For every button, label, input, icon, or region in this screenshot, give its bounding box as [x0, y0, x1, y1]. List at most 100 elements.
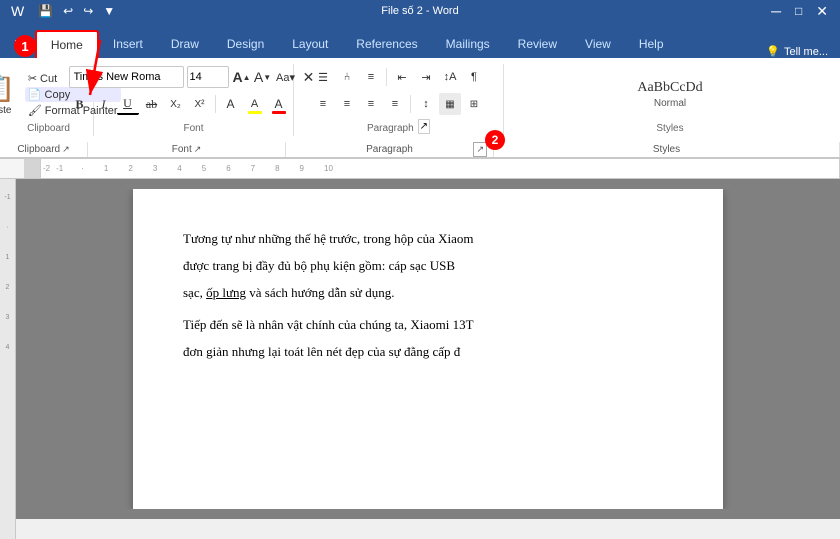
font-size-buttons: A▲ A▼	[232, 67, 273, 87]
tab-references[interactable]: References	[342, 30, 431, 58]
style-normal[interactable]: AaBbCcDd Normal	[629, 76, 710, 113]
copy-icon: 📄	[28, 88, 42, 101]
font-color-button[interactable]: A	[268, 93, 290, 115]
ruler-8: 8	[275, 164, 279, 173]
ruler-minus1: -1	[56, 164, 63, 173]
divider	[215, 95, 216, 113]
align-left-button[interactable]: ≡	[312, 93, 334, 115]
page-container: Tương tự như những thế hệ trước, trong h…	[36, 189, 820, 509]
para-bottom-bar: Paragraph ↗ 2	[286, 142, 494, 157]
superscript-button[interactable]: X²	[189, 93, 211, 115]
tab-layout[interactable]: Layout	[278, 30, 342, 58]
para-bottom: Paragraph ↗	[367, 119, 430, 134]
change-case-button[interactable]: Aa▾	[276, 67, 296, 87]
vr-3: 1	[6, 243, 10, 273]
bullets-button[interactable]: ☰	[312, 66, 334, 88]
bold-button[interactable]: B	[69, 93, 91, 115]
vr-1: -1	[4, 183, 10, 213]
strikethrough-button[interactable]: ab	[141, 93, 163, 115]
clipboard-bottom-label: Clipboard	[17, 144, 60, 155]
tab-review[interactable]: Review	[504, 30, 571, 58]
font-bottom-label: Font	[172, 144, 192, 155]
customize-qat-icon[interactable]: ▼	[100, 3, 118, 19]
paintbrush-icon: 🖌	[28, 104, 42, 117]
ruler-6: 6	[226, 164, 230, 173]
align-right-button[interactable]: ≡	[360, 93, 382, 115]
tab-design[interactable]: Design	[213, 30, 278, 58]
paste-button[interactable]: 📋 Paste	[0, 71, 21, 118]
para-bottom-label: Paragraph	[366, 144, 413, 155]
title-bar: W 💾 ↩ ↪ ▼ File số 2 - Word ─ □ ✕	[0, 0, 840, 22]
ruler-scale: -2 -1 · 1 2 3 4 5 6 7 8 9 10	[40, 159, 840, 178]
tab-draw[interactable]: Draw	[157, 30, 213, 58]
redo-icon[interactable]: ↪	[80, 3, 96, 19]
document-page[interactable]: Tương tự như những thế hệ trước, trong h…	[133, 189, 723, 509]
undo-icon[interactable]: ↩	[60, 3, 76, 19]
highlight-button[interactable]: A	[244, 93, 266, 115]
tell-me-area[interactable]: 💡 Tell me...	[758, 45, 836, 58]
style-normal-preview: AaBbCcDd	[637, 80, 702, 96]
align-center-button[interactable]: ≡	[336, 93, 358, 115]
tab-insert[interactable]: Insert	[99, 30, 157, 58]
doc-line-4: Tiếp đến sẽ là nhân vật chính của chúng …	[183, 315, 673, 336]
document-title: File số 2 - Word	[381, 5, 458, 17]
doc-line-3: sạc, ốp lưng và sách hướng dẫn sử dụng.	[183, 283, 673, 304]
vertical-ruler: -1 · 1 2 3 4	[0, 179, 16, 539]
sort-button[interactable]: ↕A	[439, 66, 461, 88]
text-effects-button[interactable]: A	[220, 93, 242, 115]
shading-button[interactable]: ▦	[439, 93, 461, 115]
subscript-button[interactable]: X₂	[165, 93, 187, 115]
font-top-row: A▲ A▼ Aa▾ ✕	[69, 66, 319, 88]
font-size-input[interactable]	[187, 66, 229, 88]
ribbon: 📋 Paste ✂ Cut 📄 Copy 🖌 Format Painter	[0, 58, 840, 159]
tab-mailings[interactable]: Mailings	[432, 30, 504, 58]
clipboard-expand-icon[interactable]: ↗	[62, 144, 70, 155]
paragraph-group: ☰ ⑃ ≡ ⇤ ⇥ ↕A ¶ ≡ ≡ ≡ ≡ ↕ ▦ ⊞	[294, 64, 504, 136]
badge-number-1: 1	[14, 35, 36, 57]
document-area: Tương tự như những thế hệ trước, trong h…	[16, 179, 840, 519]
copy-label: Copy	[45, 89, 71, 101]
font-expand-icon[interactable]: ↗	[194, 144, 202, 155]
ruler-5: 5	[202, 164, 206, 173]
styles-bottom-label: Styles	[653, 144, 680, 155]
ruler-7: 7	[251, 164, 255, 173]
vr-6: 4	[6, 333, 10, 363]
ruler-4: 4	[177, 164, 181, 173]
tab-home[interactable]: Home	[35, 30, 99, 58]
styles-bottom: Styles	[494, 142, 840, 157]
justify-button[interactable]: ≡	[384, 93, 406, 115]
para-divider-1	[386, 68, 387, 86]
tab-view[interactable]: View	[571, 30, 625, 58]
paragraph-expand-icon[interactable]: ↗	[418, 119, 430, 134]
style-normal-label: Normal	[654, 98, 686, 109]
minimize-btn[interactable]: ─	[767, 3, 785, 19]
tab-help[interactable]: Help	[625, 30, 678, 58]
multilevel-button[interactable]: ≡	[360, 66, 382, 88]
increase-font-button[interactable]: A▲	[232, 67, 252, 87]
close-btn[interactable]: ✕	[812, 3, 832, 20]
numbering-button[interactable]: ⑃	[336, 66, 358, 88]
restore-btn[interactable]: □	[791, 4, 806, 18]
ruler-minus2: -2	[43, 164, 50, 173]
ribbon-bottom-bar: Clipboard ↗ Font ↗ Paragraph ↗ 2 Styles	[0, 142, 840, 158]
font-name-input[interactable]	[69, 66, 184, 88]
title-center: File số 2 - Word	[381, 5, 458, 17]
line-spacing-button[interactable]: ↕	[415, 93, 437, 115]
underline-button[interactable]: U	[117, 93, 139, 115]
borders-button[interactable]: ⊞	[463, 93, 485, 115]
show-hide-button[interactable]: ¶	[463, 66, 485, 88]
italic-button[interactable]: I	[93, 93, 115, 115]
decrease-indent-button[interactable]: ⇤	[391, 66, 413, 88]
decrease-font-button[interactable]: A▼	[253, 67, 273, 87]
paste-label: Paste	[0, 105, 11, 116]
font-color-icon: A	[274, 97, 282, 111]
cut-label: Cut	[40, 73, 57, 85]
highlight-icon: A	[251, 98, 258, 110]
increase-indent-button[interactable]: ⇥	[415, 66, 437, 88]
ruler-2: 2	[128, 164, 132, 173]
badge-2: 2	[485, 130, 505, 150]
clipboard-bottom: Clipboard ↗	[0, 142, 88, 157]
paste-icon: 📋	[0, 73, 15, 104]
title-bar-right: ─ □ ✕	[767, 3, 832, 20]
save-icon[interactable]: 💾	[35, 3, 56, 19]
